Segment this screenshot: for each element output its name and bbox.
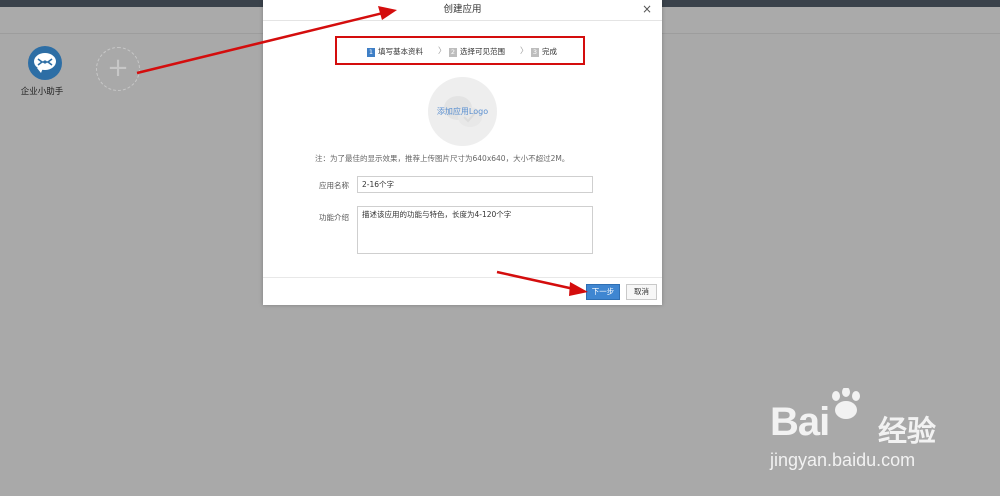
baidu-jingyan-watermark: Bai 经验 jingyan.baidu.com — [770, 388, 985, 478]
annotation-arrow-next — [496, 270, 588, 296]
watermark-url: jingyan.baidu.com — [770, 450, 916, 470]
annotation-arrow-top — [136, 6, 397, 75]
baidu-paw-icon — [832, 388, 860, 419]
watermark-brand: Bai — [770, 400, 830, 444]
watermark-brand-cn: 经验 — [878, 414, 937, 448]
